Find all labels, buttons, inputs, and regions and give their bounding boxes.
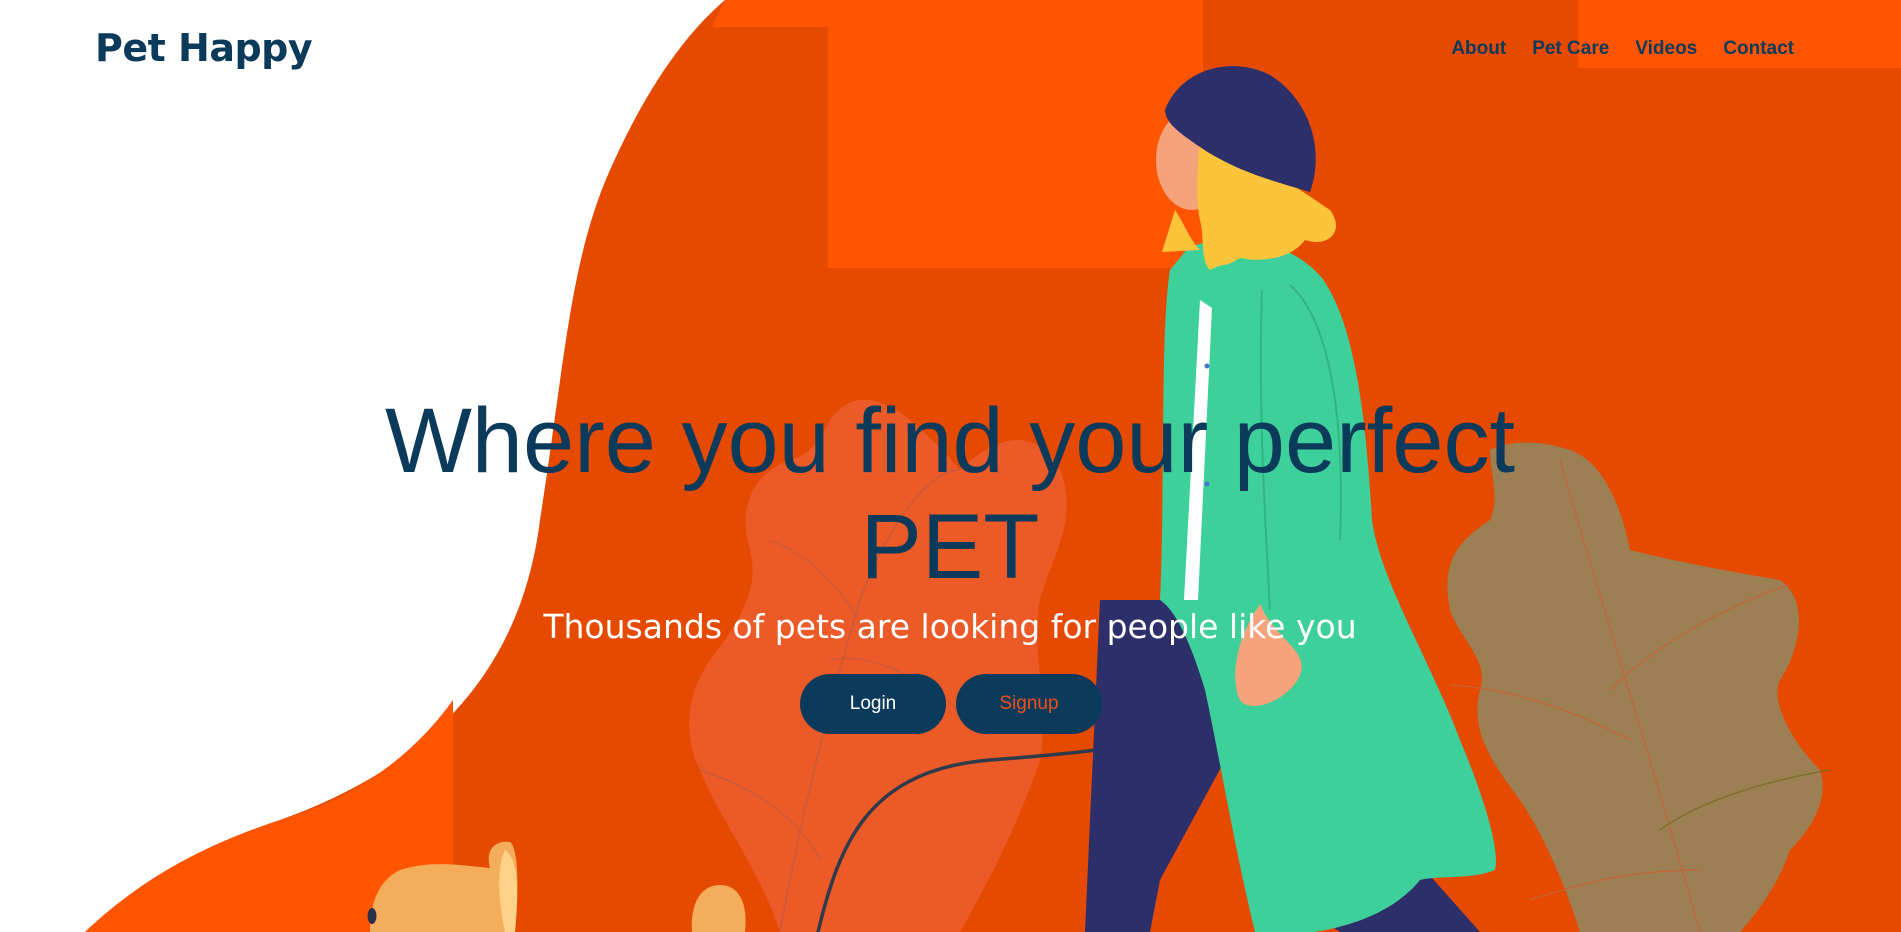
hero-title-line-2: PET: [860, 496, 1040, 598]
brand-logo[interactable]: Pet Happy: [95, 26, 313, 70]
hero-title-line-1: Where you find your perfect: [384, 390, 1516, 492]
nav-about-link[interactable]: About: [1451, 38, 1506, 60]
nav-videos-link[interactable]: Videos: [1635, 38, 1697, 60]
nav-contact-link[interactable]: Contact: [1723, 38, 1794, 60]
nav-pet-care-link[interactable]: Pet Care: [1532, 38, 1609, 60]
dog-eye: [367, 908, 377, 924]
hero-actions: Login Signup: [800, 674, 1102, 734]
main-nav: About Pet Care Videos Contact: [1451, 38, 1794, 60]
signup-button[interactable]: Signup: [956, 674, 1102, 734]
login-button[interactable]: Login: [800, 674, 946, 734]
hero-subtitle: Thousands of pets are looking for people…: [543, 607, 1357, 646]
hero-title: Where you find your perfect PET: [300, 388, 1600, 600]
